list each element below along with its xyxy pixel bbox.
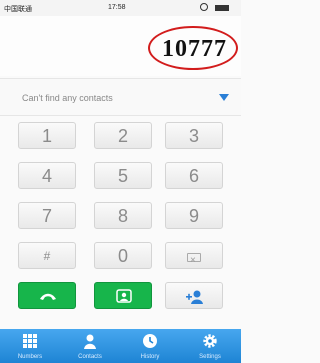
status-bar: 中国联通 17:58: [0, 0, 241, 16]
key-8[interactable]: 8: [94, 202, 152, 229]
key-4[interactable]: 4: [18, 162, 76, 189]
tab-history[interactable]: History: [120, 329, 180, 363]
key-3[interactable]: 3: [165, 122, 223, 149]
tab-numbers-label: Numbers: [17, 354, 43, 360]
tab-numbers[interactable]: Numbers: [0, 329, 60, 363]
carrier-label: 中国联通: [4, 6, 32, 13]
key-1[interactable]: 1: [18, 122, 76, 149]
key-5[interactable]: 5: [94, 162, 152, 189]
tab-history-label: History: [140, 354, 160, 360]
tab-settings[interactable]: Settings: [180, 329, 240, 363]
key-6[interactable]: 6: [165, 162, 223, 189]
contact-match-row[interactable]: Can't find any contacts: [0, 78, 241, 116]
add-contact-icon: [186, 290, 203, 304]
battery-icon: [215, 5, 229, 11]
clock-icon: [143, 334, 157, 348]
dropdown-arrow-icon[interactable]: [219, 94, 229, 101]
keypad-grid-icon: [23, 334, 37, 348]
key-9[interactable]: 9: [165, 202, 223, 229]
phone-icon: [40, 293, 56, 300]
contacts-icon: [84, 334, 96, 349]
key-0[interactable]: 0: [94, 242, 152, 269]
video-call-icon: [116, 289, 132, 303]
key-hash[interactable]: #: [18, 242, 76, 269]
call-button[interactable]: [18, 282, 76, 309]
dialed-number: 10777: [162, 36, 227, 62]
tab-contacts[interactable]: Contacts: [60, 329, 120, 363]
backspace-button[interactable]: [165, 242, 223, 274]
gear-icon: [203, 334, 217, 348]
add-contact-button[interactable]: [165, 282, 223, 309]
dial-display: 10777: [0, 16, 241, 76]
tab-contacts-label: Contacts: [78, 354, 102, 360]
no-contacts-message: Can't find any contacts: [22, 93, 113, 103]
key-7[interactable]: 7: [18, 202, 76, 229]
tab-bar: Numbers Contacts History Settings: [0, 329, 241, 363]
tab-settings-label: Settings: [199, 354, 221, 360]
key-2[interactable]: 2: [94, 122, 152, 149]
status-time: 17:58: [108, 4, 126, 11]
backspace-icon: [187, 248, 201, 274]
alarm-icon: [200, 3, 208, 11]
video-call-button[interactable]: [94, 282, 152, 309]
